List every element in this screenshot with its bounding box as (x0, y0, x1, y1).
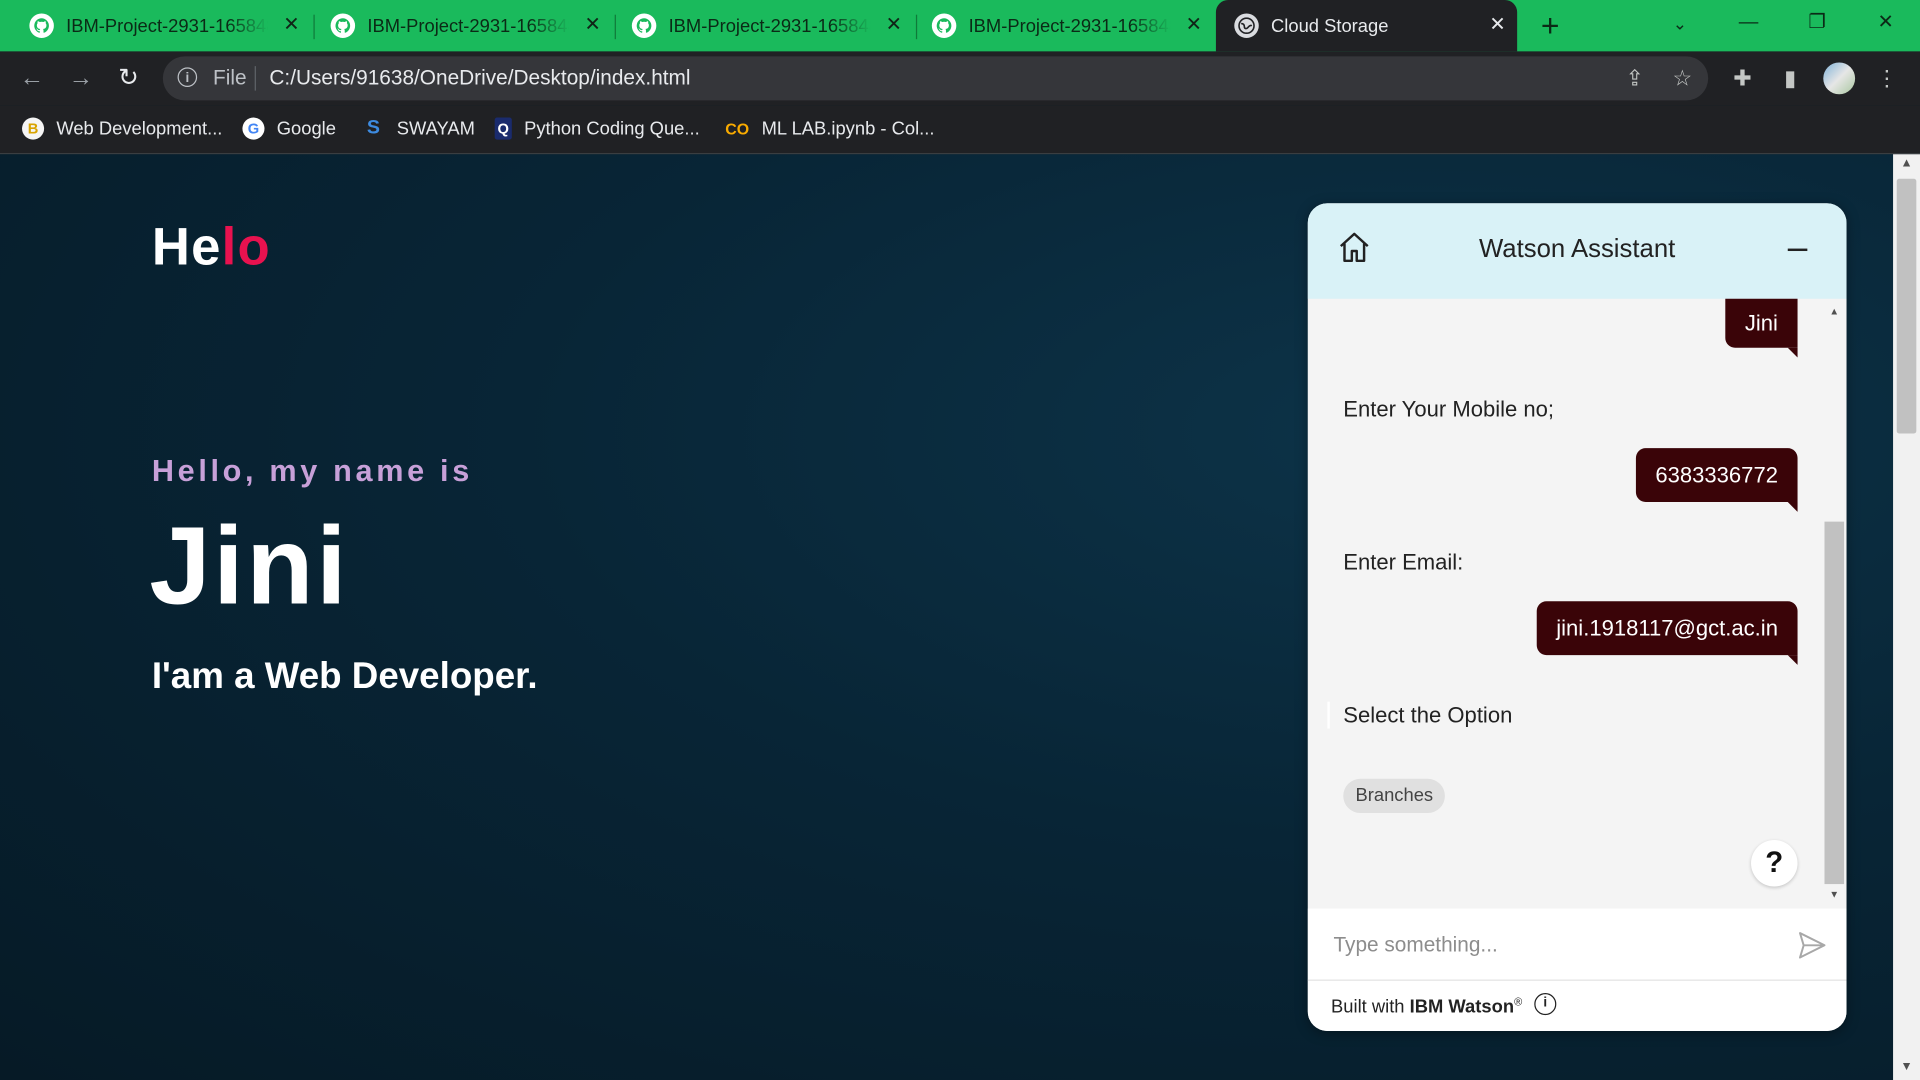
tab-github-1[interactable]: IBM-Project-2931-1658481234 ✕ (0, 0, 311, 51)
user-message: 6383336772 (1635, 448, 1798, 512)
share-icon[interactable]: ⇪ (1620, 64, 1649, 93)
chat-scrollbar[interactable]: ▲ ▼ (1824, 301, 1845, 906)
bookmarks-bar: B Web Development... G Google S SWAYAM Q… (0, 105, 1920, 155)
footer-registered: ® (1514, 995, 1523, 1008)
chat-footer: Built with IBM Watson® i (1307, 980, 1847, 1032)
chat-title: Watson Assistant (1478, 235, 1676, 264)
bookmark-ml-lab[interactable]: CO ML LAB.ipynb - Col... (725, 105, 935, 152)
bookmark-label: Google (276, 118, 336, 139)
message-placeholder: Type something... (1333, 933, 1498, 957)
user-message: jini.1918117@gct.ac.in (1536, 601, 1798, 665)
footer-brand: IBM Watson (1409, 996, 1515, 1018)
menu-icon[interactable]: ⋮ (1872, 64, 1901, 93)
chat-scroll-up-icon[interactable]: ▲ (1824, 306, 1844, 317)
bookmark-google[interactable]: G Google (242, 105, 336, 152)
send-icon[interactable] (1796, 929, 1828, 961)
tab-github-2[interactable]: IBM-Project-2931-1658481234 ✕ (301, 0, 612, 51)
message-input[interactable]: Type something... (1307, 908, 1847, 981)
chat-scrollbar-thumb[interactable] (1824, 521, 1845, 885)
tab-close-icon[interactable]: ✕ (1182, 13, 1206, 37)
scroll-up-icon[interactable]: ▲ (1893, 157, 1920, 170)
address-bar[interactable]: i File C:/Users/91638/OneDrive/Desktop/i… (162, 56, 1709, 101)
chat-header: Watson Assistant (1307, 203, 1847, 299)
tab-close-icon[interactable]: ✕ (279, 13, 303, 37)
scrollbar-thumb[interactable] (1896, 178, 1917, 434)
bot-message: Enter Your Mobile no; (1343, 396, 1555, 422)
help-button[interactable]: ? (1751, 840, 1798, 887)
tab-title: IBM-Project-2931-1658481234 (66, 15, 268, 37)
globe-icon (1234, 13, 1259, 38)
tab-title: IBM-Project-2931-1658481234 (668, 15, 871, 37)
bookmark-label: Web Development... (56, 118, 223, 139)
watson-assistant-widget: Watson Assistant Jini Enter Your Mobile … (1307, 203, 1847, 1032)
bookmark-label: SWAYAM (396, 118, 475, 139)
python-coding-icon: Q (494, 117, 512, 140)
bookmark-python-coding[interactable]: Q Python Coding Que... (494, 105, 700, 152)
tab-cloud-storage[interactable]: Cloud Storage ✕ (1215, 0, 1518, 52)
tab-strip: IBM-Project-2931-1658481234 ✕ IBM-Projec… (0, 0, 1920, 52)
side-panel-icon[interactable]: ▮ (1776, 64, 1805, 93)
tab-close-icon[interactable]: ✕ (580, 13, 604, 37)
tab-search-icon[interactable]: ⌄ (1656, 0, 1705, 49)
tab-title: IBM-Project-2931-1658481234 (367, 15, 569, 37)
url-text[interactable]: C:/Users/91638/OneDrive/Desktop/index.ht… (269, 66, 690, 90)
tab-title: Cloud Storage (1271, 15, 1389, 37)
info-icon[interactable]: i (177, 67, 198, 87)
minimize-icon[interactable]: — (1724, 0, 1773, 49)
footer-text: Built with IBM Watson® (1331, 996, 1522, 1018)
scroll-down-icon[interactable]: ▼ (1893, 1060, 1920, 1073)
user-message: Jini (1725, 298, 1798, 358)
tab-github-4[interactable]: IBM-Project-2931-1658481234 ✕ (902, 0, 1213, 51)
hero-role: I'am a Web Developer. (151, 656, 538, 697)
hero-name: Jini (149, 505, 350, 629)
bookmark-web-development[interactable]: B Web Development... (22, 105, 222, 152)
github-icon (931, 13, 957, 38)
bookmark-favicon: B (22, 117, 45, 140)
info-icon[interactable]: i (1534, 993, 1557, 1016)
focus-indicator (1327, 701, 1330, 729)
profile-avatar[interactable] (1823, 62, 1856, 95)
tab-close-icon[interactable]: ✕ (1485, 13, 1509, 37)
page-scrollbar[interactable]: ▲ ▼ (1893, 154, 1920, 1080)
reload-icon[interactable]: ↻ (114, 64, 143, 93)
github-icon (29, 13, 54, 38)
github-icon (330, 13, 356, 38)
chat-scroll-down-icon[interactable]: ▼ (1824, 889, 1844, 900)
colab-icon: CO (725, 119, 750, 138)
bookmark-swayam[interactable]: S SWAYAM (362, 105, 475, 152)
bookmark-label: Python Coding Que... (524, 118, 700, 139)
logo-main: He (151, 217, 222, 277)
close-window-icon[interactable]: ✕ (1861, 0, 1910, 49)
toolbar: ← → ↻ i File C:/Users/91638/OneDrive/Des… (0, 51, 1920, 106)
browser-window: IBM-Project-2931-1658481234 ✕ IBM-Projec… (0, 0, 1920, 1080)
extensions-icon[interactable]: ✚ (1728, 64, 1757, 93)
restore-icon[interactable]: ❐ (1793, 0, 1842, 49)
option-branches-button[interactable]: Branches (1343, 778, 1446, 814)
scheme-label: File (213, 66, 247, 90)
minimize-chat-icon[interactable] (1787, 248, 1808, 252)
site-logo[interactable]: Helo (152, 218, 271, 278)
back-icon[interactable]: ← (17, 64, 46, 93)
tab-title: IBM-Project-2931-1658481234 (968, 15, 1171, 37)
address-divider (254, 66, 256, 91)
tab-github-3[interactable]: IBM-Project-2931-1658481234 ✕ (602, 0, 913, 51)
github-icon (631, 13, 657, 38)
bot-message: Enter Email: (1343, 549, 1464, 575)
chat-messages: Jini Enter Your Mobile no; 6383336772 En… (1308, 298, 1847, 909)
bookmark-star-icon[interactable]: ☆ (1668, 64, 1697, 93)
logo-accent: lo (221, 217, 271, 277)
swayam-icon: S (366, 117, 380, 139)
forward-icon[interactable]: → (66, 64, 95, 93)
new-tab-button[interactable]: + (1533, 10, 1567, 44)
bookmark-label: ML LAB.ipynb - Col... (761, 118, 935, 139)
footer-prefix: Built with (1331, 996, 1405, 1018)
google-icon: G (242, 117, 265, 140)
bot-message: Select the Option (1343, 702, 1513, 728)
greeting-text: Hello, my name is (151, 454, 473, 489)
